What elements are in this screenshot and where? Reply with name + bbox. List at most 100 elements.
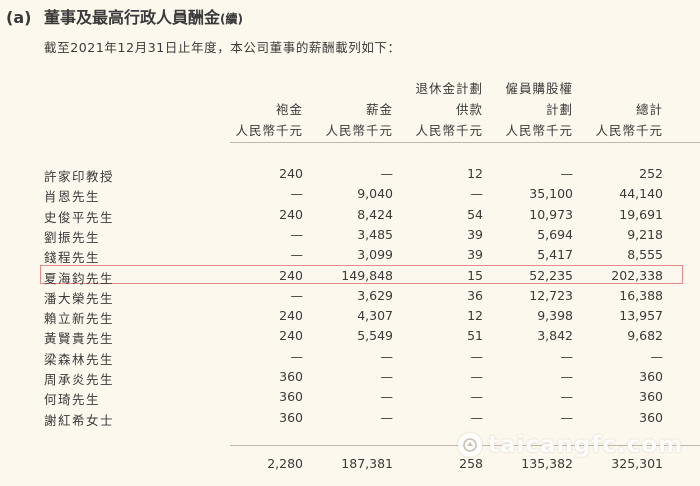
cell-option: 12,723 [529,287,573,303]
cell-pension: 12 [467,308,483,324]
cell-salary: 5,549 [357,328,393,344]
header-salary-unit: 人民幣千元 [325,123,393,138]
cell-option: 3,842 [537,328,573,344]
cell-total: 8,555 [627,247,663,263]
cell-salary: 3,485 [357,226,393,242]
cell-total: 360 [639,389,663,405]
cell-total: 44,140 [619,186,663,202]
watermark: taicangfc.com [458,432,683,458]
director-name: 史俊平先生 [44,209,115,225]
cell-pension: — [470,348,484,364]
cell-total: 13,957 [619,308,663,324]
cell-salary: — [380,369,394,384]
director-name: 肖恩先生 [44,189,101,205]
watermark-text: taicangfc.com [488,432,684,458]
cell-total: 19,691 [619,206,663,222]
table-row: 何琦先生 360 — — — 360 [0,387,700,407]
cell-total: 9,682 [627,328,663,344]
director-name: 周承炎先生 [44,372,115,387]
director-name: 許家印教授 [44,169,115,184]
header-option-unit: 人民幣千元 [505,123,573,138]
cell-option: — [560,389,574,405]
cell-fees: 240 [279,267,303,283]
total-option: 135,382 [521,456,573,471]
cell-salary: 3,629 [357,287,393,303]
cell-salary: — [380,389,394,405]
total-salary: 187,381 [341,456,393,471]
table-row: 錢程先生 — 3,099 39 5,417 8,555 [0,245,700,265]
header-total-line2: 總計 [635,102,663,117]
cell-pension: 39 [467,247,483,263]
cell-option: — [560,369,574,384]
continued-mark: (續) [220,12,243,26]
header-pension-line1: 退休金計劃 [415,81,483,96]
cell-option: 9,398 [537,308,573,324]
cell-pension: 54 [467,206,483,222]
section-label: (a) [6,8,32,27]
header-option-line1: 僱員購股權 [505,81,573,96]
cell-option: — [560,409,574,425]
header-pension-unit: 人民幣千元 [415,123,483,138]
table-row: 許家印教授 240 — 12 — 252 [0,164,700,184]
cell-fees: 360 [279,369,303,384]
table-row: 肖恩先生 — 9,040 — 35,100 44,140 [0,184,700,204]
cell-total: 360 [639,369,663,384]
header-fees-unit: 人民幣千元 [235,123,303,138]
cell-pension: 12 [467,166,483,181]
cell-salary: 8,424 [357,206,393,222]
cell-option: — [560,166,574,181]
cell-salary: — [380,409,394,425]
director-name: 賴立新先生 [44,311,115,327]
section-heading: (a) 董事及最高行政人員酬金(續) [6,4,243,28]
intro-text: 截至2021年12月31日止年度，本公司董事的薪酬載列如下： [44,40,401,55]
cell-salary: — [380,348,394,364]
cell-salary: 4,307 [357,308,393,324]
table-row: 史俊平先生 240 8,424 54 10,973 19,691 [0,205,700,225]
cell-option: 35,100 [529,186,573,202]
table-row: 劉振先生 — 3,485 39 5,694 9,218 [0,225,700,245]
table-row: 賴立新先生 240 4,307 12 9,398 13,957 [0,306,700,326]
cell-pension: 39 [467,226,483,242]
director-name: 梁森林先生 [44,351,115,367]
cell-option: 5,694 [537,226,573,242]
cell-option: 10,973 [529,206,573,222]
total-pension: 258 [459,456,483,471]
cell-total: 202,338 [611,267,663,283]
cell-pension: — [470,409,484,425]
header-rule [230,142,700,143]
cell-fees: 360 [279,389,303,405]
table-row: 黃賢貴先生 240 5,549 51 3,842 9,682 [0,326,700,346]
director-name: 潘大榮先生 [44,290,115,306]
watermark-logo-icon [458,433,482,457]
total-fees: 2,280 [267,456,303,471]
cell-fees: 360 [279,409,303,425]
cell-fees: 240 [279,206,303,222]
cell-salary: 9,040 [357,186,393,202]
cell-total: — [650,348,664,364]
director-name: 謝紅希女士 [44,412,115,428]
table-row: 潘大榮先生 — 3,629 36 12,723 16,388 [0,286,700,306]
cell-fees: 240 [279,328,303,344]
cell-total: 252 [639,166,663,181]
director-name: 劉振先生 [44,229,101,245]
cell-option: 5,417 [537,247,573,263]
cell-option: — [560,348,574,364]
cell-fees: 240 [279,308,303,324]
cell-fees: — [290,186,304,202]
section-title: 董事及最高行政人員酬金 [44,8,221,27]
header-salary-line2: 薪金 [365,102,393,117]
total-total: 325,301 [611,456,663,471]
cell-fees: — [290,348,304,364]
header-option-line2: 計劃 [545,102,573,117]
cell-salary: — [380,166,394,181]
cell-fees: 240 [279,166,303,181]
cell-total: 360 [639,409,663,425]
cell-pension: 15 [467,267,483,283]
cell-pension: — [470,389,484,405]
cell-pension: — [470,369,484,384]
director-name: 錢程先生 [44,250,101,266]
cell-pension: 36 [467,287,483,303]
cell-total: 9,218 [627,226,663,242]
table-row: 周承炎先生 360 — — — 360 [0,367,700,387]
cell-salary: 3,099 [357,247,393,263]
